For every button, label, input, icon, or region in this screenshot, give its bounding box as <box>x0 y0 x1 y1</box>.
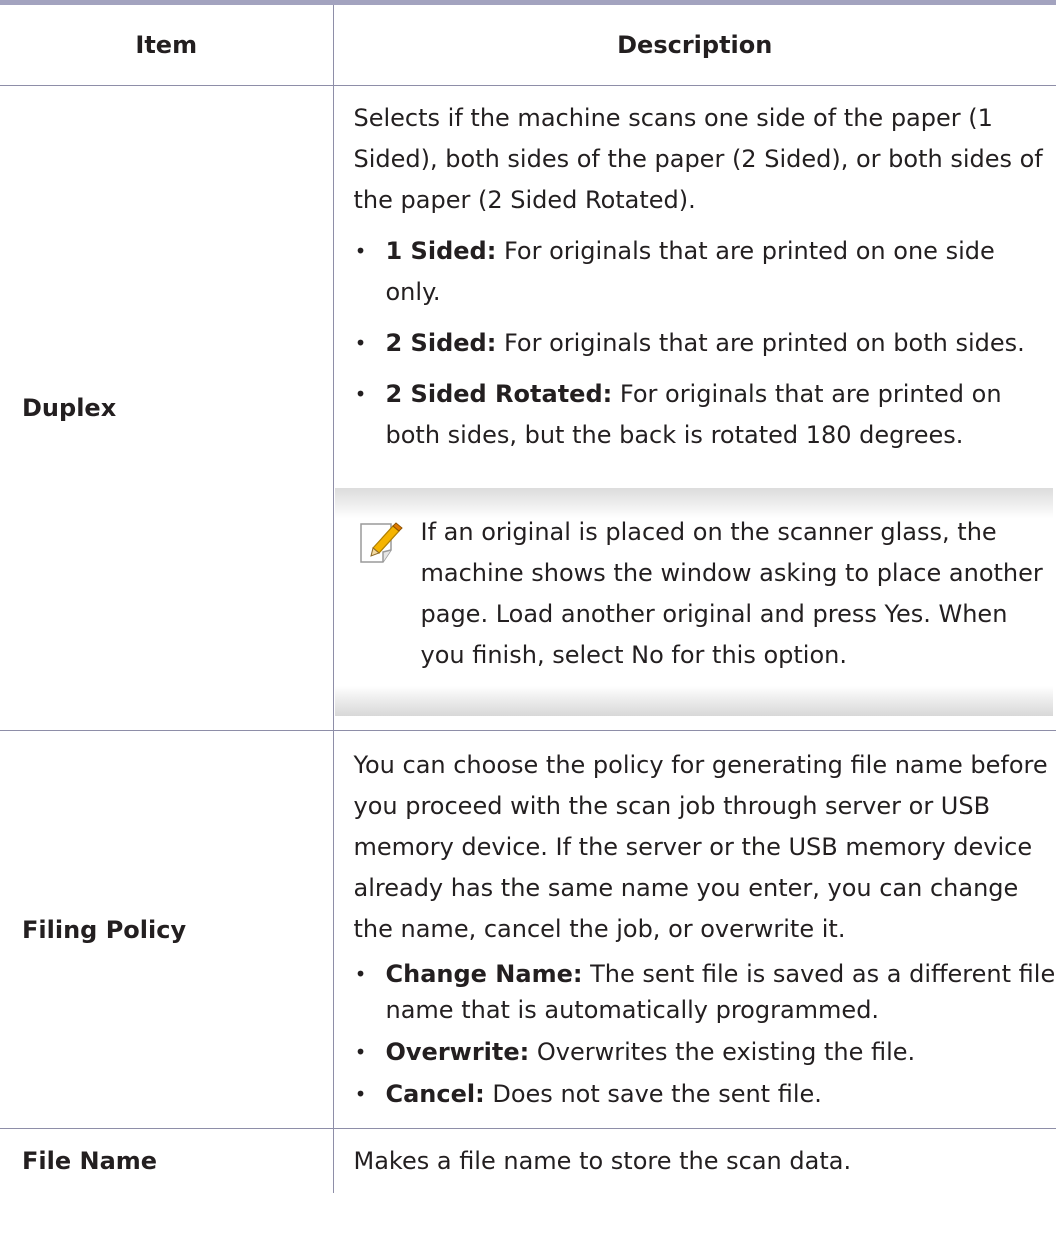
option-term: Change Name: <box>385 960 583 988</box>
description-filing-policy: You can choose the policy for generating… <box>333 730 1056 1129</box>
header-item: Item <box>0 0 334 86</box>
bullet-icon: • <box>354 382 367 406</box>
table-row-filing-policy: Filing Policy You can choose the policy … <box>0 730 1056 1129</box>
note-pencil-icon <box>359 522 403 563</box>
filing-policy-intro: You can choose the policy for generating… <box>353 751 1048 943</box>
option-term: 2 Sided: <box>385 329 497 357</box>
list-item: • 2 Sided Rotated: For originals that ar… <box>354 374 1056 456</box>
option-text: Overwrites the existing the file. <box>536 1038 916 1066</box>
bullet-icon: • <box>354 331 367 355</box>
duplex-options-list: • 1 Sided: For originals that are printe… <box>354 231 1056 456</box>
item-duplex: Duplex <box>0 85 334 731</box>
option-text: For originals that are printed on both s… <box>503 329 1025 357</box>
item-file-name: File Name <box>0 1128 334 1193</box>
list-item: • Overwrite: Overwrites the existing the… <box>354 1034 1056 1070</box>
filing-policy-options-list: • Change Name: The sent file is saved as… <box>354 956 1056 1112</box>
note-box: If an original is placed on the scanner … <box>334 488 1053 716</box>
description-duplex: Selects if the machine scans one side of… <box>333 85 1056 731</box>
list-item: • 2 Sided: For originals that are printe… <box>354 323 1056 364</box>
item-filing-policy: Filing Policy <box>0 730 334 1129</box>
bullet-icon: • <box>354 962 367 986</box>
list-item: • Change Name: The sent file is saved as… <box>354 956 1056 1028</box>
header-description: Description <box>333 0 1056 86</box>
option-term: 1 Sided: <box>385 237 497 265</box>
description-file-name: Makes a file name to store the scan data… <box>353 1147 852 1175</box>
bullet-icon: • <box>354 1040 367 1064</box>
bullet-icon: • <box>354 239 367 263</box>
option-term: Cancel: <box>385 1080 485 1108</box>
table-header-row: Item Description <box>0 0 1056 86</box>
duplex-intro: Selects if the machine scans one side of… <box>353 104 1043 214</box>
option-term: 2 Sided Rotated: <box>385 380 613 408</box>
list-item: • Cancel: Does not save the sent file. <box>354 1076 1056 1112</box>
list-item: • 1 Sided: For originals that are printe… <box>354 231 1056 313</box>
option-term: Overwrite: <box>385 1038 530 1066</box>
note-text: If an original is placed on the scanner … <box>420 518 1043 669</box>
bullet-icon: • <box>354 1082 367 1106</box>
table-row-duplex: Duplex Selects if the machine scans one … <box>0 85 1056 731</box>
option-text: Does not save the sent file. <box>492 1080 822 1108</box>
options-table: Item Description Duplex Selects if the m… <box>0 0 1056 1193</box>
table-row-file-name: File Name Makes a file name to store the… <box>0 1128 1056 1193</box>
